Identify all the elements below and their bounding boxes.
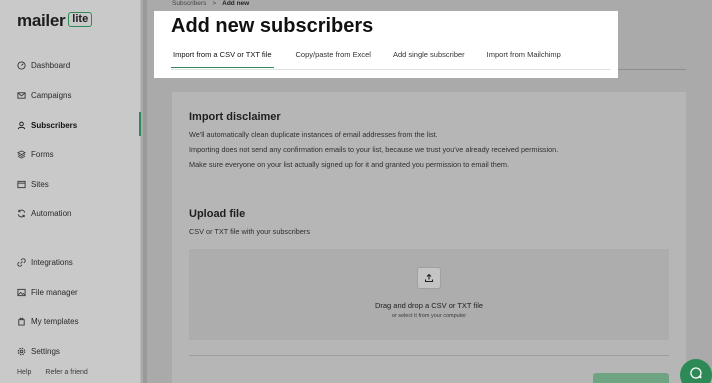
sidebar-item-label: Forms <box>31 149 54 159</box>
sidebar-item-integrations[interactable]: Integrations <box>17 255 73 269</box>
sites-icon <box>17 180 26 189</box>
sidebar-active-indicator <box>139 112 141 136</box>
link-icon <box>17 257 26 267</box>
tab-copy-paste-excel[interactable]: Copy/paste from Excel <box>296 50 371 68</box>
sidebar-item-label: Automation <box>31 208 72 218</box>
user-icon <box>17 121 26 130</box>
sidebar-item-dashboard[interactable]: Dashboard <box>17 58 70 72</box>
chat-button[interactable] <box>680 359 712 383</box>
tabs-divider <box>171 69 611 70</box>
refer-friend-link[interactable]: Refer a friend <box>45 369 87 376</box>
tab-import-csv[interactable]: Import from a CSV or TXT file <box>171 50 274 68</box>
file-dropzone[interactable]: Drag and drop a CSV or TXT file or selec… <box>189 249 669 340</box>
breadcrumb-separator: > <box>212 0 217 7</box>
page-header: Add new subscribers Import from a CSV or… <box>154 11 618 78</box>
sidebar-item-subscribers[interactable]: Subscribers <box>17 118 77 132</box>
sidebar-item-label: Integrations <box>31 257 73 267</box>
sidebar-item-label: Dashboard <box>31 60 71 70</box>
import-card: Import disclaimer We'll automatically cl… <box>172 92 686 383</box>
gear-icon <box>17 347 26 356</box>
header-divider <box>618 69 686 70</box>
logo-badge: lite <box>68 12 93 27</box>
chat-icon <box>689 366 703 383</box>
disclaimer-line: Make sure everyone on your list actually… <box>189 160 510 169</box>
image-icon <box>17 288 26 297</box>
sidebar-item-my-templates[interactable]: My templates <box>17 314 79 328</box>
tab-import-mailchimp[interactable]: Import from Mailchimp <box>487 50 561 68</box>
sidebar-item-campaigns[interactable]: Campaigns <box>17 88 71 102</box>
tab-add-single-subscriber[interactable]: Add single subscriber <box>393 50 465 68</box>
sidebar-item-file-manager[interactable]: File manager <box>17 285 78 299</box>
breadcrumb: Subscribers > Add new <box>172 0 249 7</box>
disclaimer-line: Importing does not send any confirmation… <box>189 145 559 154</box>
upload-title: Upload file <box>189 208 246 220</box>
automation-icon <box>17 209 26 218</box>
sidebar-item-label: Subscribers <box>31 120 78 130</box>
card-divider <box>189 355 669 356</box>
upload-icon[interactable] <box>417 267 441 289</box>
disclaimer-line: We'll automatically clean duplicate inst… <box>189 130 438 139</box>
dropzone-subtitle[interactable]: or select it from your computer <box>189 313 669 319</box>
sidebar-item-label: Settings <box>31 346 60 356</box>
sidebar-item-settings[interactable]: Settings <box>17 344 60 358</box>
breadcrumb-parent[interactable]: Subscribers <box>172 0 206 7</box>
dashboard-icon <box>17 60 26 70</box>
breadcrumb-current: Add new <box>222 0 250 7</box>
page-title: Add new subscribers <box>171 15 374 37</box>
sidebar-item-label: Campaigns <box>31 90 72 100</box>
sidebar-divider <box>143 0 147 383</box>
sidebar-footer: Help Refer a friend <box>17 369 88 376</box>
sidebar-item-sites[interactable]: Sites <box>17 177 49 191</box>
disclaimer-title: Import disclaimer <box>189 111 281 123</box>
forms-icon <box>17 149 26 159</box>
sidebar-item-forms[interactable]: Forms <box>17 147 54 161</box>
import-button[interactable] <box>593 373 669 383</box>
logo-text: mailer <box>17 11 66 30</box>
sidebar-item-label: My templates <box>31 316 79 326</box>
template-icon <box>17 317 26 326</box>
tabs: Import from a CSV or TXT file Copy/paste… <box>171 50 583 68</box>
mail-icon <box>17 91 26 100</box>
sidebar-item-automation[interactable]: Automation <box>17 206 71 220</box>
sidebar: mailer lite Dashboard Campaigns Subscrib… <box>0 0 141 383</box>
dropzone-title: Drag and drop a CSV or TXT file <box>374 301 484 310</box>
upload-subtitle: CSV or TXT file with your subscribers <box>189 227 310 236</box>
sidebar-item-label: File manager <box>31 287 78 297</box>
sidebar-item-label: Sites <box>31 179 49 189</box>
help-link[interactable]: Help <box>17 369 31 376</box>
logo[interactable]: mailer lite <box>17 11 93 31</box>
